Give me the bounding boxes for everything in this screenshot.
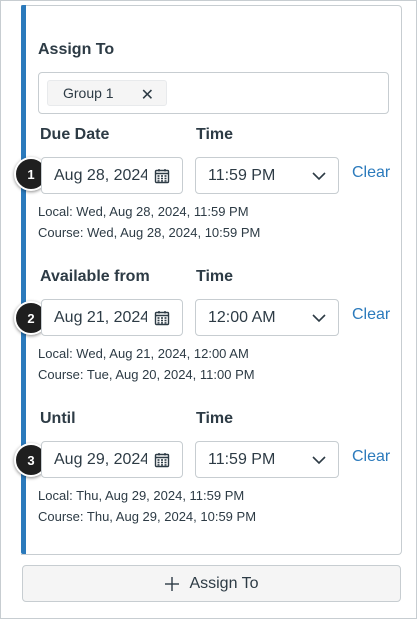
due-date-input[interactable]: Aug 28, 2024 bbox=[41, 157, 183, 194]
assignee-tag-label: Group 1 bbox=[63, 85, 114, 101]
chevron-down-icon bbox=[312, 456, 326, 465]
available-time-label: Time bbox=[196, 268, 234, 285]
due-date-value: Aug 28, 2024 bbox=[54, 167, 147, 184]
until-local-text: Local: Thu, Aug 29, 2024, 11:59 PM bbox=[38, 488, 245, 503]
until-label: Until bbox=[40, 410, 76, 427]
available-local-text: Local: Wed, Aug 21, 2024, 12:00 AM bbox=[38, 346, 249, 361]
due-clear-link[interactable]: Clear bbox=[352, 164, 390, 182]
add-assign-to-button[interactable]: Assign To bbox=[22, 565, 401, 602]
available-time-value: 12:00 AM bbox=[208, 309, 276, 326]
available-date-input[interactable]: Aug 21, 2024 bbox=[41, 299, 183, 336]
assign-to-input[interactable]: Group 1 ✕ bbox=[38, 72, 389, 114]
due-time-select[interactable]: 11:59 PM bbox=[195, 157, 339, 194]
until-time-value: 11:59 PM bbox=[208, 451, 276, 468]
close-icon[interactable]: ✕ bbox=[141, 85, 154, 105]
until-date-input[interactable]: Aug 29, 2024 bbox=[41, 441, 183, 478]
until-clear-link[interactable]: Clear bbox=[352, 448, 390, 466]
available-clear-link[interactable]: Clear bbox=[352, 306, 390, 324]
available-date-value: Aug 21, 2024 bbox=[54, 309, 147, 326]
assign-to-label: Assign To bbox=[38, 41, 115, 58]
plus-icon bbox=[165, 576, 180, 591]
calendar-icon[interactable] bbox=[154, 168, 170, 184]
chevron-down-icon bbox=[312, 172, 326, 181]
due-time-value: 11:59 PM bbox=[208, 167, 276, 184]
assignee-tag: Group 1 ✕ bbox=[47, 80, 167, 106]
available-time-select[interactable]: 12:00 AM bbox=[195, 299, 339, 336]
due-time-label: Time bbox=[196, 126, 234, 143]
due-course-text: Course: Wed, Aug 28, 2024, 10:59 PM bbox=[38, 225, 261, 240]
until-time-select[interactable]: 11:59 PM bbox=[195, 441, 339, 478]
until-date-value: Aug 29, 2024 bbox=[54, 451, 147, 468]
calendar-icon[interactable] bbox=[154, 310, 170, 326]
due-local-text: Local: Wed, Aug 28, 2024, 11:59 PM bbox=[38, 204, 249, 219]
until-time-label: Time bbox=[196, 410, 234, 427]
due-date-label: Due Date bbox=[40, 126, 110, 143]
available-from-label: Available from bbox=[40, 268, 150, 285]
add-assign-to-label: Assign To bbox=[189, 574, 259, 592]
calendar-icon[interactable] bbox=[154, 452, 170, 468]
chevron-down-icon bbox=[312, 314, 326, 323]
available-course-text: Course: Tue, Aug 20, 2024, 11:00 PM bbox=[38, 367, 255, 382]
until-course-text: Course: Thu, Aug 29, 2024, 10:59 PM bbox=[38, 509, 257, 524]
